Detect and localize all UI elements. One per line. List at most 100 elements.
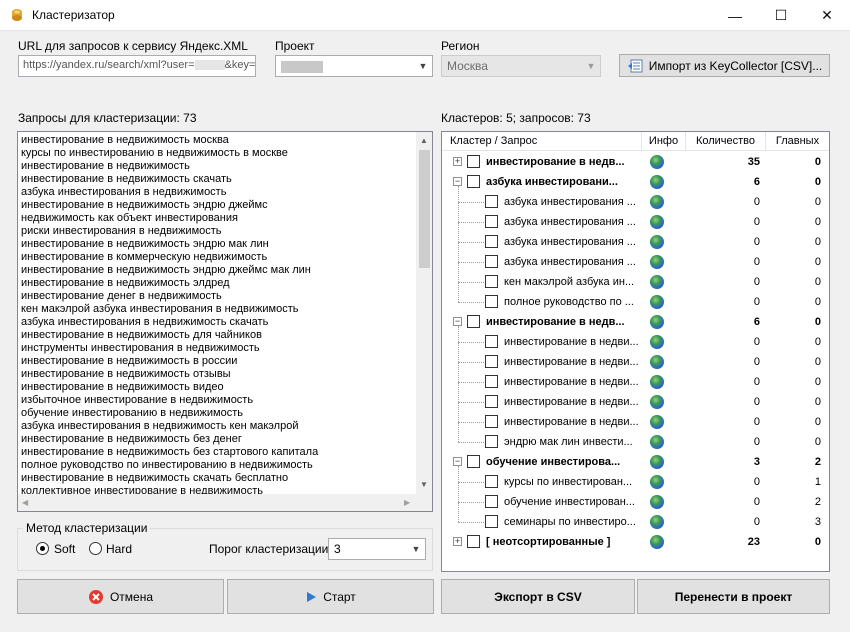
url-input[interactable]: https://yandex.ru/search/xml?user= &key= <box>18 55 256 77</box>
globe-icon[interactable] <box>650 335 664 349</box>
query-checkbox[interactable] <box>485 475 498 488</box>
query-checkbox[interactable] <box>485 335 498 348</box>
globe-icon[interactable] <box>650 535 664 549</box>
globe-icon[interactable] <box>650 455 664 469</box>
globe-icon[interactable] <box>650 275 664 289</box>
cluster-checkbox[interactable] <box>467 155 480 168</box>
soft-radio-option[interactable]: Soft <box>36 542 96 556</box>
query-list-item[interactable]: риски инвестирования в недвижимость <box>18 225 416 238</box>
expand-icon[interactable]: + <box>453 157 462 166</box>
globe-icon[interactable] <box>650 395 664 409</box>
globe-icon[interactable] <box>650 215 664 229</box>
query-list-item[interactable]: курсы по инвестированию в недвижимость в… <box>18 147 416 160</box>
query-list-item[interactable]: инвестирование в коммерческую недвижимос… <box>18 251 416 264</box>
query-row[interactable]: азбука инвестирования ... 0 0 <box>442 232 828 252</box>
query-row[interactable]: инвестирование в недви... 0 0 <box>442 392 828 412</box>
query-list-item[interactable]: инвестирование в недвижимость элдред <box>18 277 416 290</box>
cluster-checkbox[interactable] <box>467 455 480 468</box>
query-list-item[interactable]: обучение инвестированию в недвижимость <box>18 407 416 420</box>
globe-icon[interactable] <box>650 155 664 169</box>
globe-icon[interactable] <box>650 415 664 429</box>
query-list-item[interactable]: инвестирование в недвижимость москва <box>18 134 416 147</box>
query-checkbox[interactable] <box>485 275 498 288</box>
soft-radio[interactable] <box>36 542 49 555</box>
query-list-item[interactable]: инструменты инвестирования в недвижимост… <box>18 342 416 355</box>
column-main[interactable]: Главных <box>766 132 829 150</box>
query-list-item[interactable]: недвижимость как объект инвестирования <box>18 212 416 225</box>
scroll-left-icon[interactable]: ◀ <box>22 498 28 507</box>
collapse-icon[interactable]: − <box>453 317 462 326</box>
query-list-item[interactable]: азбука инвестирования в недвижимость <box>18 186 416 199</box>
vertical-scrollbar[interactable]: ▲ ▼ <box>416 132 432 494</box>
query-row[interactable]: инвестирование в недви... 0 0 <box>442 332 828 352</box>
query-list-item[interactable]: азбука инвестирования в недвижимость кен… <box>18 420 416 433</box>
horizontal-scrollbar[interactable]: ◀ ▶ <box>18 494 416 511</box>
query-checkbox[interactable] <box>485 235 498 248</box>
query-list-item[interactable]: инвестирование в недвижимость без денег <box>18 433 416 446</box>
clusters-tree[interactable]: Кластер / Запрос Инфо Количество Главных… <box>441 131 830 572</box>
query-checkbox[interactable] <box>485 355 498 368</box>
query-list-item[interactable]: инвестирование в недвижимость скачать <box>18 173 416 186</box>
cluster-checkbox[interactable] <box>467 175 480 188</box>
globe-icon[interactable] <box>650 475 664 489</box>
globe-icon[interactable] <box>650 295 664 309</box>
query-row[interactable]: полное руководство по ... 0 0 <box>442 292 828 312</box>
globe-icon[interactable] <box>650 375 664 389</box>
hard-radio-option[interactable]: Hard <box>89 542 149 556</box>
start-button[interactable]: Старт <box>227 579 434 614</box>
globe-icon[interactable] <box>650 355 664 369</box>
close-button[interactable]: ✕ <box>804 0 850 31</box>
scroll-up-icon[interactable]: ▲ <box>420 136 428 145</box>
import-keycollector-button[interactable]: Импорт из KeyCollector [CSV]... <box>619 54 830 77</box>
scroll-right-icon[interactable]: ▶ <box>404 498 410 507</box>
export-csv-button[interactable]: Экспорт в CSV <box>441 579 635 614</box>
query-row[interactable]: кен макэлрой азбука ин... 0 0 <box>442 272 828 292</box>
project-select[interactable]: ▼ <box>275 55 433 77</box>
globe-icon[interactable] <box>650 255 664 269</box>
query-checkbox[interactable] <box>485 295 498 308</box>
query-list-item[interactable]: инвестирование в недвижимость эндрю джей… <box>18 199 416 212</box>
query-row[interactable]: инвестирование в недви... 0 0 <box>442 412 828 432</box>
query-list-item[interactable]: инвестирование в недвижимость эндрю мак … <box>18 238 416 251</box>
column-count[interactable]: Количество <box>686 132 766 150</box>
scroll-down-icon[interactable]: ▼ <box>420 480 428 489</box>
cluster-row[interactable]: − азбука инвестировани... 6 0 <box>442 172 828 192</box>
query-row[interactable]: обучение инвестирован... 0 2 <box>442 492 828 512</box>
query-list-item[interactable]: кен макэлрой азбука инвестирования в нед… <box>18 303 416 316</box>
query-checkbox[interactable] <box>485 215 498 228</box>
cluster-row[interactable]: + [ неотсортированные ] 23 0 <box>442 532 828 552</box>
hard-radio[interactable] <box>89 542 102 555</box>
query-row[interactable]: эндрю мак лин инвести... 0 0 <box>442 432 828 452</box>
query-list-item[interactable]: инвестирование в недвижимость эндрю джей… <box>18 264 416 277</box>
threshold-select[interactable]: 3 ▼ <box>328 538 426 560</box>
query-list-item[interactable]: инвестирование в недвижимость без старто… <box>18 446 416 459</box>
collapse-icon[interactable]: − <box>453 457 462 466</box>
query-row[interactable]: инвестирование в недви... 0 0 <box>442 372 828 392</box>
queries-list[interactable]: инвестирование в недвижимость москва курс… <box>17 131 433 512</box>
globe-icon[interactable] <box>650 175 664 189</box>
column-info[interactable]: Инфо <box>642 132 686 150</box>
query-row[interactable]: инвестирование в недви... 0 0 <box>442 352 828 372</box>
cluster-row[interactable]: − обучение инвестирова... 3 2 <box>442 452 828 472</box>
query-row[interactable]: курсы по инвестирован... 0 1 <box>442 472 828 492</box>
move-to-project-button[interactable]: Перенести в проект <box>637 579 830 614</box>
query-list-item[interactable]: полное руководство по инвестированию в н… <box>18 459 416 472</box>
globe-icon[interactable] <box>650 495 664 509</box>
query-list-item[interactable]: инвестирование в недвижимость в россии <box>18 355 416 368</box>
query-list-item[interactable]: инвестирование денег в недвижимость <box>18 290 416 303</box>
query-checkbox[interactable] <box>485 375 498 388</box>
query-row[interactable]: семинары по инвестиро... 0 3 <box>442 512 828 532</box>
globe-icon[interactable] <box>650 435 664 449</box>
query-checkbox[interactable] <box>485 195 498 208</box>
query-list-item[interactable]: инвестирование в недвижимость видео <box>18 381 416 394</box>
scrollbar-thumb[interactable] <box>419 150 430 268</box>
globe-icon[interactable] <box>650 195 664 209</box>
query-row[interactable]: азбука инвестирования ... 0 0 <box>442 252 828 272</box>
query-list-item[interactable]: инвестирование в недвижимость отзывы <box>18 368 416 381</box>
query-checkbox[interactable] <box>485 415 498 428</box>
query-list-item[interactable]: инвестирование в недвижимость для чайник… <box>18 329 416 342</box>
minimize-button[interactable]: — <box>712 0 758 31</box>
region-select[interactable]: Москва ▼ <box>441 55 601 77</box>
query-row[interactable]: азбука инвестирования ... 0 0 <box>442 192 828 212</box>
query-checkbox[interactable] <box>485 515 498 528</box>
